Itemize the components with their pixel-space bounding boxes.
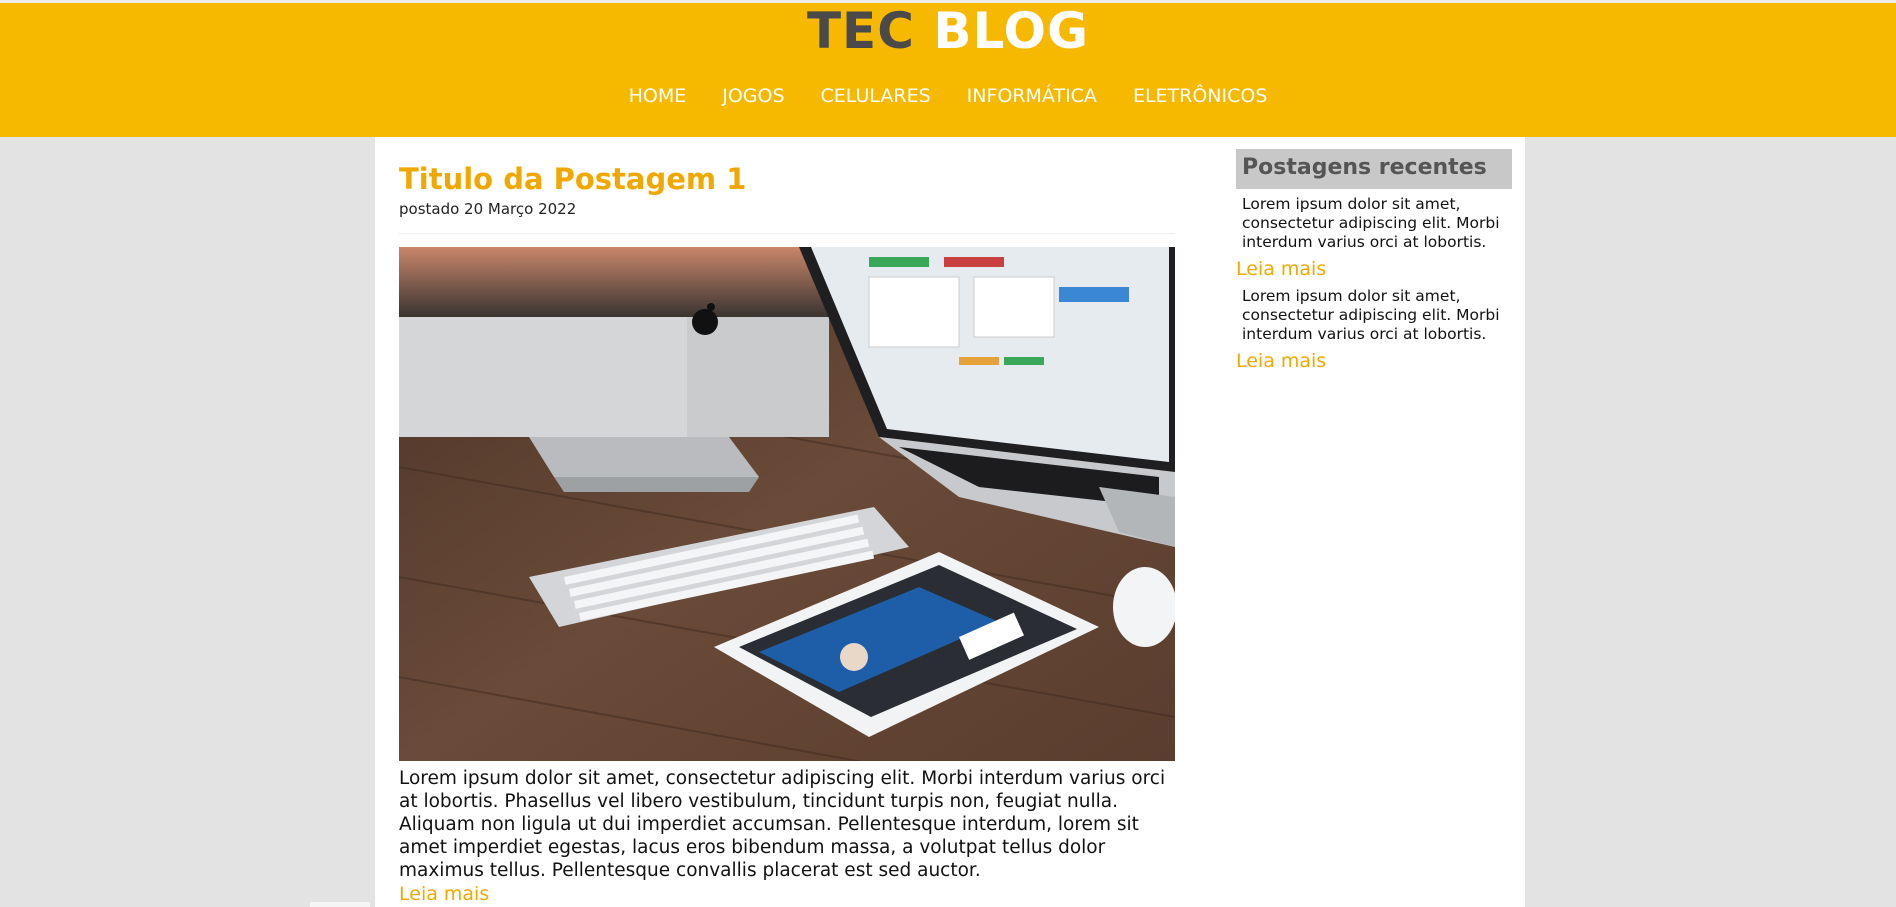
scrollbar-track[interactable]: [310, 902, 370, 907]
nav-item-eletronicos[interactable]: ELETRÔNICOS: [1133, 83, 1267, 109]
site-header: TEC BLOG HOME JOGOS CELULARES INFORMÁTIC…: [0, 0, 1896, 137]
sidebar: Postagens recentes Lorem ipsum dolor sit…: [1236, 149, 1512, 373]
nav-item-home[interactable]: HOME: [629, 83, 687, 109]
nav-item-jogos[interactable]: JOGOS: [722, 83, 784, 109]
logo-text-tec: TEC: [806, 2, 915, 60]
desk-devices-illustration: [399, 247, 1175, 761]
site-logo[interactable]: TEC BLOG: [0, 5, 1896, 57]
logo-text-blog: BLOG: [933, 2, 1090, 60]
nav-item-celulares[interactable]: CELULARES: [821, 83, 931, 109]
post-date: postado 20 Março 2022: [399, 200, 577, 218]
post-title[interactable]: Titulo da Postagem 1: [399, 161, 1175, 197]
post-image: [399, 247, 1175, 761]
sidebar-title: Postagens recentes: [1236, 149, 1512, 189]
recent-post-text: Lorem ipsum dolor sit amet, consectetur …: [1242, 287, 1500, 343]
main-nav: HOME JOGOS CELULARES INFORMÁTICA ELETRÔN…: [0, 83, 1896, 109]
post-read-more-link[interactable]: Leia mais: [399, 882, 489, 906]
nav-item-informatica[interactable]: INFORMÁTICA: [967, 83, 1097, 109]
content-area: Titulo da Postagem 1 postado 20 Março 20…: [375, 137, 1525, 907]
post-body: Lorem ipsum dolor sit amet, consectetur …: [399, 768, 1166, 881]
recent-post-read-more-link[interactable]: Leia mais: [1236, 349, 1326, 373]
recent-post-text: Lorem ipsum dolor sit amet, consectetur …: [1242, 195, 1500, 251]
post-divider: [399, 233, 1175, 234]
recent-post-item: Lorem ipsum dolor sit amet, consectetur …: [1236, 195, 1512, 281]
recent-post-item: Lorem ipsum dolor sit amet, consectetur …: [1236, 287, 1512, 373]
blog-post: Titulo da Postagem 1 postado 20 Março 20…: [399, 161, 1175, 906]
recent-post-read-more-link[interactable]: Leia mais: [1236, 257, 1326, 281]
